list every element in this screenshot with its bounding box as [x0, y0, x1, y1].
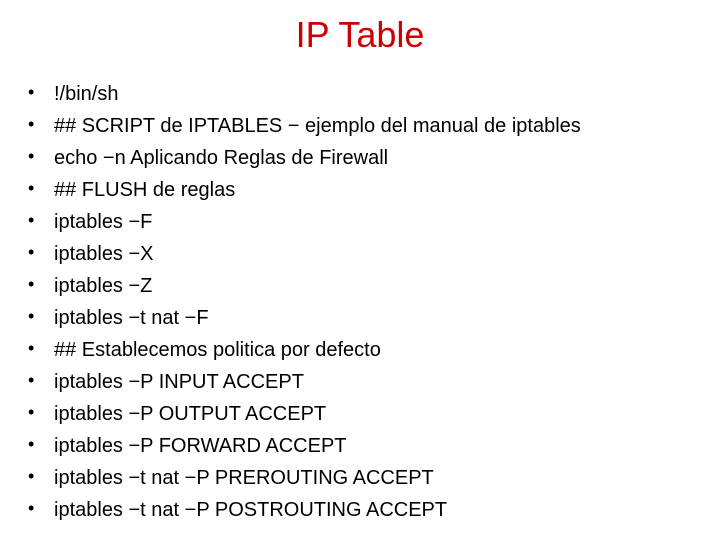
- list-item: iptables −t nat −P POSTROUTING ACCEPT: [28, 494, 720, 526]
- list-item: ## FLUSH de reglas: [28, 174, 720, 206]
- list-item: ## Establecemos politica por defecto: [28, 334, 720, 366]
- list-item: !/bin/sh: [28, 78, 720, 110]
- list-item: echo −n Aplicando Reglas de Firewall: [28, 142, 720, 174]
- list-item: iptables −P OUTPUT ACCEPT: [28, 398, 720, 430]
- list-item: iptables −X: [28, 238, 720, 270]
- list-item: iptables −Z: [28, 270, 720, 302]
- list-item: iptables −t nat −F: [28, 302, 720, 334]
- slide-title: IP Table: [0, 14, 720, 56]
- bullet-list: !/bin/sh ## SCRIPT de IPTABLES − ejemplo…: [0, 78, 720, 526]
- list-item: iptables −F: [28, 206, 720, 238]
- list-item: iptables −P FORWARD ACCEPT: [28, 430, 720, 462]
- list-item: iptables −P INPUT ACCEPT: [28, 366, 720, 398]
- slide-container: IP Table !/bin/sh ## SCRIPT de IPTABLES …: [0, 0, 720, 540]
- list-item: iptables −t nat −P PREROUTING ACCEPT: [28, 462, 720, 494]
- list-item: ## SCRIPT de IPTABLES − ejemplo del manu…: [28, 110, 720, 142]
